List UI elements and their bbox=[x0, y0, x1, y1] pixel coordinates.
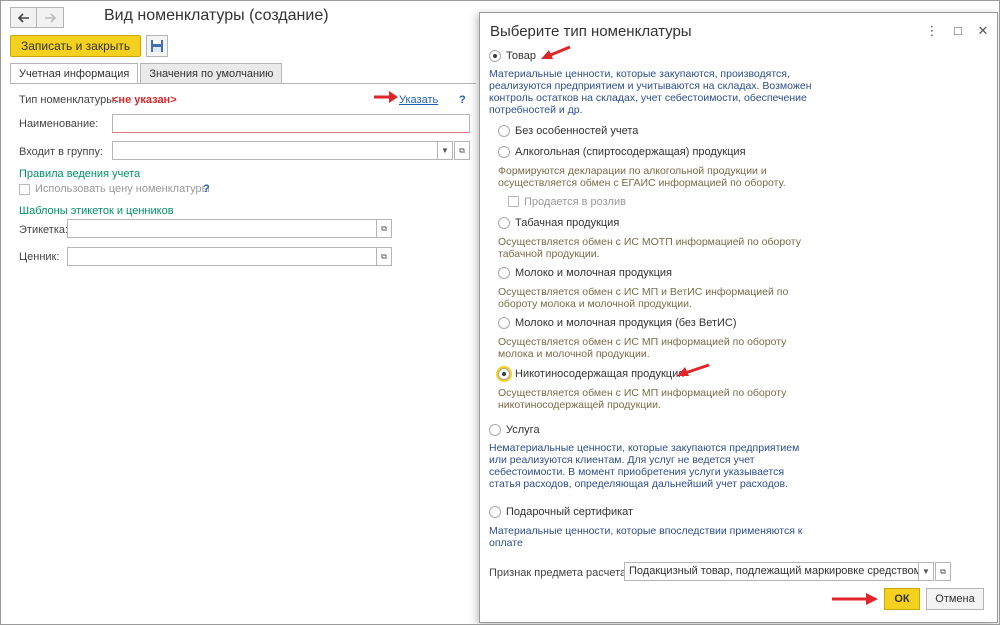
floppy-disk-icon bbox=[151, 40, 163, 52]
milk-no-vetis-description: Осуществляется обмен с ИС МП информацией… bbox=[498, 336, 787, 360]
nav-buttons bbox=[10, 7, 64, 28]
open-form-icon: ⧉ bbox=[381, 251, 387, 261]
group-label: Входит в группу: bbox=[19, 146, 103, 158]
tobacco-radio[interactable] bbox=[498, 217, 510, 229]
milk-radio[interactable] bbox=[498, 267, 510, 279]
payment-dropdown-button[interactable]: ▼ bbox=[918, 562, 934, 581]
red-arrow-annotation bbox=[374, 91, 398, 103]
dialog-title: Выберите тип номенклатуры bbox=[490, 23, 692, 40]
group-dropdown-button[interactable]: ▼ bbox=[437, 141, 453, 160]
use-price-checkbox[interactable] bbox=[19, 184, 30, 195]
price-tag-open-button[interactable]: ⧉ bbox=[376, 247, 392, 266]
service-label: Услуга bbox=[506, 424, 540, 436]
form-title: Вид номенклатуры (создание) bbox=[104, 7, 329, 24]
back-button[interactable] bbox=[10, 7, 37, 28]
main-form: Вид номенклатуры (создание) Записать и з… bbox=[0, 0, 480, 625]
arrow-right-icon bbox=[45, 12, 56, 23]
price-tag-input[interactable] bbox=[67, 247, 377, 266]
save-button[interactable] bbox=[146, 35, 168, 57]
tab-accounting-info[interactable]: Учетная информация bbox=[10, 63, 139, 84]
type-value: <не указан> bbox=[112, 94, 177, 106]
alcohol-description: Формируются декларации по алкогольной пр… bbox=[498, 165, 786, 189]
tobacco-description: Осуществляется обмен с ИС МОТП информаци… bbox=[498, 236, 801, 260]
milk-label: Молоко и молочная продукция bbox=[515, 267, 673, 279]
name-label: Наименование: bbox=[19, 118, 99, 130]
name-input[interactable] bbox=[112, 114, 470, 133]
ok-button[interactable]: ОК bbox=[884, 588, 920, 610]
choose-type-dialog: Выберите тип номенклатуры ⋮ □ ✕ Товар Ма… bbox=[479, 12, 998, 623]
nicotine-label: Никотиносодержащая продукция bbox=[515, 368, 685, 380]
tab-bar: Учетная информация Значения по умолчанию bbox=[10, 63, 283, 84]
type-help-icon[interactable]: ? bbox=[459, 94, 466, 106]
label-template-input[interactable] bbox=[67, 219, 377, 238]
tab-divider bbox=[10, 83, 476, 84]
price-tag-label: Ценник: bbox=[19, 251, 60, 263]
chevron-down-icon: ▼ bbox=[441, 146, 449, 155]
more-icon[interactable]: ⋮ bbox=[924, 23, 940, 39]
use-price-label: Использовать цену номенклатуры bbox=[35, 183, 210, 195]
goods-label: Товар bbox=[506, 50, 536, 62]
milk-no-vetis-label: Молоко и молочная продукция (без ВетИС) bbox=[515, 317, 737, 329]
retail-label: Продается в розлив bbox=[524, 196, 626, 208]
specify-link[interactable]: Указать bbox=[399, 94, 438, 106]
label-template-open-button[interactable]: ⧉ bbox=[376, 219, 392, 238]
no-features-radio[interactable] bbox=[498, 125, 510, 137]
chevron-down-icon: ▼ bbox=[922, 567, 930, 576]
alcohol-radio[interactable] bbox=[498, 146, 510, 158]
red-arrow-annotation bbox=[677, 363, 710, 376]
open-form-icon: ⧉ bbox=[940, 566, 946, 576]
milk-description: Осуществляется обмен с ИС МП и ВетИС инф… bbox=[498, 286, 789, 310]
templates-section-title: Шаблоны этикеток и ценников bbox=[19, 205, 174, 217]
arrow-left-icon bbox=[17, 12, 29, 23]
gift-certificate-label: Подарочный сертификат bbox=[506, 506, 634, 518]
service-radio[interactable] bbox=[489, 424, 501, 436]
payment-attribute-input[interactable]: Подакцизный товар, подлежащий маркировке… bbox=[624, 562, 919, 581]
goods-description: Материальные ценности, которые закупаютс… bbox=[489, 68, 812, 116]
tab-default-values[interactable]: Значения по умолчанию bbox=[140, 63, 283, 84]
cancel-button[interactable]: Отмена bbox=[926, 588, 984, 610]
tobacco-label: Табачная продукция bbox=[515, 217, 620, 229]
milk-no-vetis-radio[interactable] bbox=[498, 317, 510, 329]
use-price-help-icon[interactable]: ? bbox=[203, 183, 210, 195]
gift-certificate-radio[interactable] bbox=[489, 506, 501, 518]
label-template-label: Этикетка: bbox=[19, 224, 69, 236]
payment-open-button[interactable]: ⧉ bbox=[935, 562, 951, 581]
type-label: Тип номенклатуры: bbox=[19, 94, 118, 106]
red-arrow-annotation bbox=[832, 593, 878, 605]
open-form-icon: ⧉ bbox=[459, 145, 465, 155]
gift-certificate-description: Материальные ценности, которые впоследст… bbox=[489, 525, 803, 549]
service-description: Нематериальные ценности, которые закупаю… bbox=[489, 442, 800, 490]
maximize-icon[interactable]: □ bbox=[950, 23, 966, 38]
no-features-label: Без особенностей учета bbox=[515, 125, 639, 137]
group-input[interactable] bbox=[112, 141, 438, 160]
goods-radio[interactable] bbox=[489, 50, 501, 62]
red-arrow-annotation bbox=[541, 45, 571, 59]
rules-section-title: Правила ведения учета bbox=[19, 168, 141, 180]
open-form-icon: ⧉ bbox=[381, 223, 387, 233]
nicotine-radio[interactable] bbox=[498, 368, 510, 380]
payment-attribute-label: Признак предмета расчета: bbox=[489, 567, 630, 579]
group-open-button[interactable]: ⧉ bbox=[454, 141, 470, 160]
forward-button[interactable] bbox=[37, 7, 64, 28]
alcohol-label: Алкогольная (спиртосодержащая) продукция bbox=[515, 146, 746, 158]
nicotine-description: Осуществляется обмен с ИС МП информацией… bbox=[498, 387, 787, 411]
save-and-close-button[interactable]: Записать и закрыть bbox=[10, 35, 142, 57]
retail-checkbox[interactable] bbox=[508, 196, 519, 207]
close-icon[interactable]: ✕ bbox=[975, 23, 991, 39]
